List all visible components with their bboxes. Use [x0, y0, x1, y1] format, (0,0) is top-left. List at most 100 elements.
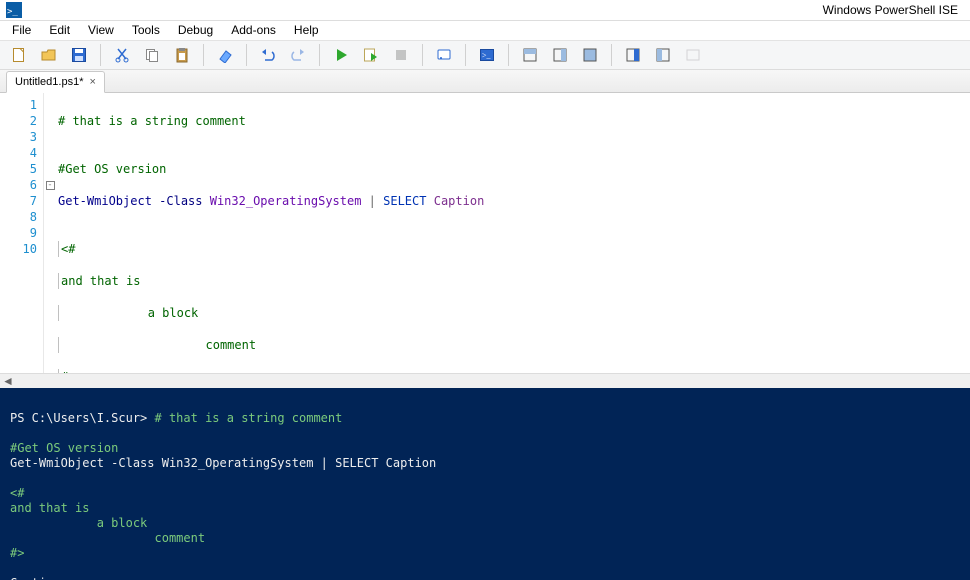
- run-selection-icon: [363, 47, 379, 63]
- menu-edit[interactable]: Edit: [41, 21, 78, 39]
- stop-icon: [393, 47, 409, 63]
- remote-icon: [436, 47, 452, 63]
- layout-right-icon: [552, 47, 568, 63]
- toolbar-overflow-button[interactable]: [680, 42, 706, 68]
- stop-button[interactable]: [388, 42, 414, 68]
- code-text: # that is a string comment: [58, 114, 246, 128]
- console-text: comment: [10, 531, 205, 545]
- menu-addons[interactable]: Add-ons: [223, 21, 284, 39]
- copy-icon: [144, 47, 160, 63]
- menu-view[interactable]: View: [80, 21, 122, 39]
- clear-console-button[interactable]: [212, 42, 238, 68]
- powershell-icon: >_: [6, 2, 22, 18]
- code-text: SELECT: [383, 194, 426, 208]
- app-title: Windows PowerShell ISE: [823, 3, 958, 17]
- redo-icon: [290, 47, 306, 63]
- code-text: Win32_OperatingSystem: [210, 194, 362, 208]
- line-number: 7: [0, 193, 37, 209]
- console-text: <#: [10, 486, 24, 500]
- toolbar-separator: [422, 44, 423, 66]
- console-text: a block: [10, 516, 147, 530]
- menu-bar: File Edit View Tools Debug Add-ons Help: [0, 21, 970, 40]
- undo-button[interactable]: [255, 42, 281, 68]
- eraser-icon: [217, 47, 233, 63]
- undo-icon: [260, 47, 276, 63]
- paste-button[interactable]: [169, 42, 195, 68]
- toolbar-separator: [246, 44, 247, 66]
- new-file-button[interactable]: [6, 42, 32, 68]
- code-text: |: [361, 194, 383, 208]
- run-selection-button[interactable]: [358, 42, 384, 68]
- console-icon: >_: [479, 47, 495, 63]
- addon-pane-icon: [655, 47, 671, 63]
- fold-toggle[interactable]: -: [46, 181, 55, 190]
- cut-button[interactable]: [109, 42, 135, 68]
- redo-button[interactable]: [285, 42, 311, 68]
- code-text: comment: [61, 338, 256, 352]
- menu-tools[interactable]: Tools: [124, 21, 168, 39]
- code-text: and that is: [61, 274, 140, 288]
- layout-editor-top-button[interactable]: [517, 42, 543, 68]
- editor-scrollbar[interactable]: ◄: [0, 373, 970, 388]
- layout-editor-full-button[interactable]: [577, 42, 603, 68]
- line-number: 9: [0, 225, 37, 241]
- new-remote-tab-button[interactable]: [431, 42, 457, 68]
- console-text: Get-WmiObject -Class Win32_OperatingSyst…: [10, 456, 436, 470]
- console-text: #Get OS version: [10, 441, 118, 455]
- toolbar-separator: [100, 44, 101, 66]
- console-text: #>: [10, 546, 24, 560]
- code-text: [426, 194, 433, 208]
- fold-gutter: -: [44, 93, 56, 374]
- console-text: # that is a string comment: [155, 411, 343, 425]
- code-text: -Class: [152, 194, 210, 208]
- tab-close-button[interactable]: ×: [90, 76, 96, 88]
- layout-editor-right-button[interactable]: [547, 42, 573, 68]
- menu-debug[interactable]: Debug: [170, 21, 221, 39]
- console-text: and that is: [10, 501, 89, 515]
- menu-help[interactable]: Help: [286, 21, 327, 39]
- editor-tab-label: Untitled1.ps1*: [15, 76, 84, 88]
- script-editor[interactable]: 1 2 3 4 5 6 7 8 9 10 - # that is a strin…: [0, 93, 970, 374]
- svg-text:>_: >_: [482, 51, 492, 60]
- commands-pane-icon: [625, 47, 641, 63]
- toolbar-separator: [465, 44, 466, 66]
- line-number: 10: [0, 241, 37, 257]
- toolbar-separator: [611, 44, 612, 66]
- editor-tab[interactable]: Untitled1.ps1* ×: [6, 71, 105, 93]
- editor-tab-row: Untitled1.ps1* ×: [0, 70, 970, 93]
- powershell-console-button[interactable]: >_: [474, 42, 500, 68]
- console-text: Caption: [10, 576, 61, 580]
- copy-button[interactable]: [139, 42, 165, 68]
- console-prompt: PS C:\Users\I.Scur>: [10, 411, 155, 425]
- new-file-icon: [11, 47, 27, 63]
- clipboard-icon: [174, 47, 190, 63]
- run-button[interactable]: [328, 42, 354, 68]
- scissors-icon: [114, 47, 130, 63]
- code-text: <#: [61, 242, 75, 256]
- open-folder-icon: [41, 47, 57, 63]
- code-text: Get-WmiObject: [58, 194, 152, 208]
- toolbar: >_: [0, 40, 970, 70]
- open-file-button[interactable]: [36, 42, 62, 68]
- show-commands-button[interactable]: [620, 42, 646, 68]
- scroll-left-icon[interactable]: ◄: [0, 374, 16, 388]
- line-number: 8: [0, 209, 37, 225]
- layout-full-icon: [582, 47, 598, 63]
- code-area[interactable]: # that is a string comment #Get OS versi…: [56, 93, 484, 374]
- show-command-addon-button[interactable]: [650, 42, 676, 68]
- overflow-icon: [685, 47, 701, 63]
- play-icon: [333, 47, 349, 63]
- console-pane[interactable]: PS C:\Users\I.Scur> # that is a string c…: [0, 388, 970, 580]
- code-text: #Get OS version: [58, 162, 166, 176]
- line-number-gutter: 1 2 3 4 5 6 7 8 9 10: [0, 93, 44, 374]
- save-icon: [71, 47, 87, 63]
- save-button[interactable]: [66, 42, 92, 68]
- toolbar-separator: [508, 44, 509, 66]
- line-number: 5: [0, 161, 37, 177]
- menu-file[interactable]: File: [4, 21, 39, 39]
- line-number: 1: [0, 97, 37, 113]
- title-bar: >_ Windows PowerShell ISE: [0, 0, 970, 21]
- line-number: 4: [0, 145, 37, 161]
- layout-top-icon: [522, 47, 538, 63]
- line-number: 3: [0, 129, 37, 145]
